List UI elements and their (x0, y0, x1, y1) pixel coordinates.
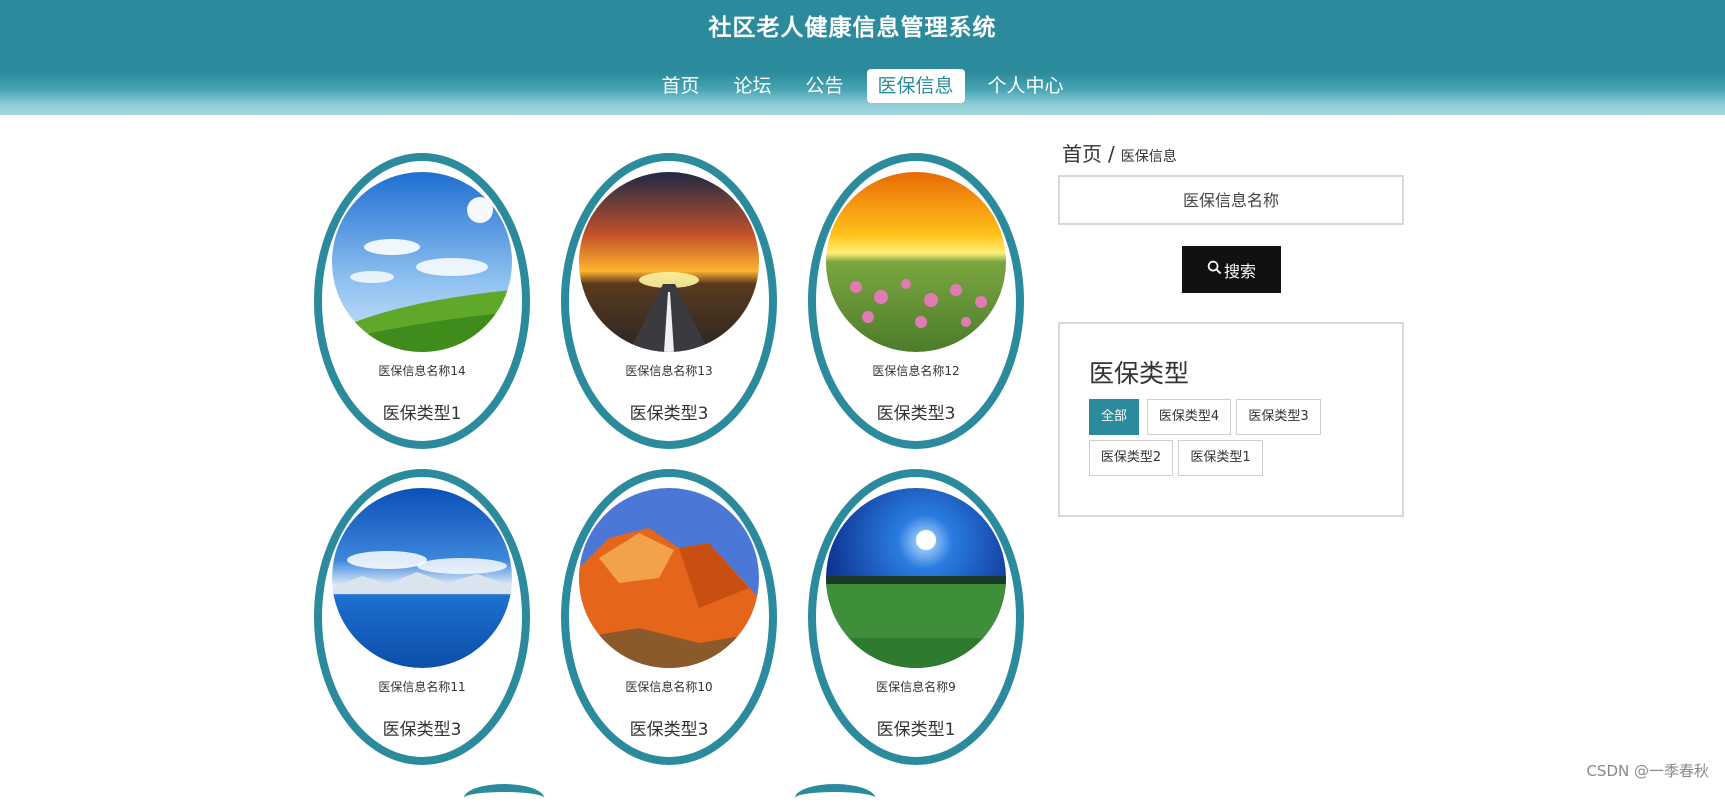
nav-insurance-info[interactable]: 医保信息 (866, 69, 965, 103)
card-type: 医保类型1 (382, 404, 462, 424)
search-input[interactable] (1058, 175, 1404, 225)
card-name: 医保信息名称12 (872, 364, 960, 378)
insurance-card[interactable]: 医保信息名称11 医保类型3 (314, 469, 530, 765)
nav-forum[interactable]: 论坛 (722, 69, 782, 103)
card-name: 医保信息名称13 (625, 364, 713, 378)
insurance-card[interactable]: 医保信息名称10 医保类型3 (561, 469, 777, 765)
card-type: 医保类型3 (876, 404, 956, 424)
filter-tag-type3[interactable]: 医保类型3 (1236, 399, 1321, 435)
card-name: 医保信息名称9 (876, 680, 956, 694)
top-header: 社区老人健康信息管理系统 首页 论坛 公告 医保信息 个人中心 (0, 0, 1725, 115)
watermark: CSDN @一季春秋 (1586, 762, 1709, 780)
card-image-flower-field-sunset (826, 172, 1006, 352)
card-type: 医保类型3 (629, 720, 709, 740)
insurance-card[interactable]: 医保信息名称13 医保类型3 (561, 153, 777, 449)
site-title: 社区老人健康信息管理系统 (708, 15, 997, 41)
card-image-orange-mountain (579, 488, 759, 668)
card-image-sunset-road (579, 172, 759, 352)
card-name: 医保信息名称10 (625, 680, 713, 694)
card-type: 医保类型3 (382, 720, 462, 740)
filter-tag-type2[interactable]: 医保类型2 (1089, 440, 1173, 476)
filter-tag-type4[interactable]: 医保类型4 (1147, 399, 1231, 435)
insurance-card[interactable]: 医保信息名称14 医保类型1 (314, 153, 530, 449)
card-type: 医保类型1 (876, 720, 956, 740)
insurance-card[interactable]: 医保信息名称12 医保类型3 (808, 153, 1024, 449)
breadcrumb-separator: / (1108, 142, 1115, 166)
search-button[interactable]: 搜索 (1182, 246, 1281, 293)
insurance-type-filter: 医保类型 全部 医保类型4 医保类型3 医保类型2 医保类型1 (1058, 322, 1404, 517)
nav-home[interactable]: 首页 (650, 69, 710, 103)
card-image-night-moon-field (826, 488, 1006, 668)
filter-title: 医保类型 (1089, 359, 1190, 388)
card-type: 医保类型3 (629, 404, 709, 424)
breadcrumb: 首页 / 医保信息 (1062, 138, 1177, 167)
search-icon (1207, 260, 1222, 280)
card-name: 医保信息名称11 (378, 680, 466, 694)
nav-personal-center[interactable]: 个人中心 (977, 69, 1075, 103)
nav-notice[interactable]: 公告 (794, 69, 854, 103)
breadcrumb-current: 医保信息 (1120, 149, 1177, 165)
card-name: 医保信息名称14 (378, 364, 466, 378)
filter-tag-type1[interactable]: 医保类型1 (1178, 440, 1263, 476)
card-image-blue-lake-mountains (332, 488, 512, 668)
next-row-card-edge (464, 784, 544, 812)
next-row-card-edge (795, 784, 875, 812)
main-nav: 首页 论坛 公告 医保信息 个人中心 (0, 69, 1725, 103)
card-image-sky-meadow (332, 172, 512, 352)
filter-tag-all[interactable]: 全部 (1089, 399, 1139, 435)
breadcrumb-home[interactable]: 首页 (1062, 142, 1102, 166)
insurance-card[interactable]: 医保信息名称9 医保类型1 (808, 469, 1024, 765)
search-button-label: 搜索 (1223, 263, 1256, 281)
